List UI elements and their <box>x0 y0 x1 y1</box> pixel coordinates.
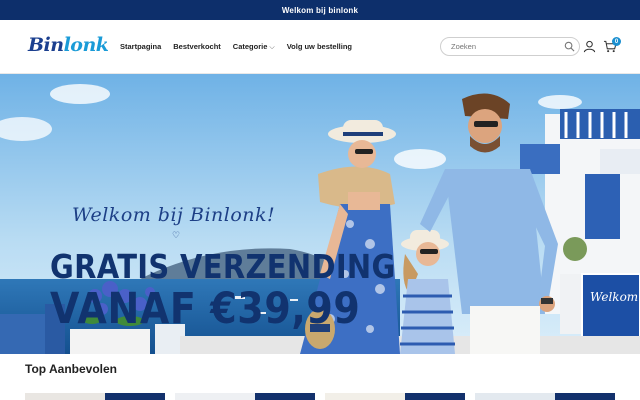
hero-headline-line1: GRATIS VERZENDING <box>50 248 396 287</box>
hero-script-title: Welkom bij Binlonk! <box>72 204 276 226</box>
product-card-3[interactable] <box>325 393 465 400</box>
welkom-sign: Welkom <box>590 290 639 304</box>
product-tag <box>405 393 465 400</box>
nav-item-categorie-label: Categorie <box>232 42 268 51</box>
user-icon[interactable] <box>583 40 596 53</box>
product-tag <box>105 393 165 400</box>
chevron-down-icon: ⌵ <box>269 44 275 51</box>
search-input[interactable] <box>440 37 580 56</box>
product-card-4[interactable] <box>475 393 615 400</box>
hero-banner[interactable]: Welkom bij Binlonk! ♡ GRATIS VERZENDING … <box>0 74 640 354</box>
logo-part-b: lonk <box>63 34 109 56</box>
main-nav: Startpagina Bestverkocht Categorie ⌵ Volg… <box>120 42 352 52</box>
search-icon[interactable] <box>564 41 575 52</box>
hero-headline-line2: VANAF €39,99 <box>50 284 361 334</box>
heart-icon: ♡ <box>172 230 181 240</box>
nav-item-bestverkocht[interactable]: Bestverkocht <box>173 42 221 52</box>
product-card-1[interactable] <box>25 393 165 400</box>
logo[interactable]: Binlonk <box>28 34 109 56</box>
nav-item-categorie[interactable]: Categorie ⌵ <box>233 42 275 52</box>
announcement-bar: Welkom bij binlonk <box>0 0 640 20</box>
nav-item-startpagina[interactable]: Startpagina <box>120 42 161 52</box>
site-header: Binlonk Startpagina Bestverkocht Categor… <box>0 20 640 74</box>
section-title: Top Aanbevolen <box>25 362 118 376</box>
cart-count-badge: 0 <box>612 37 621 46</box>
product-tag <box>555 393 615 400</box>
announcement-text: Welkom bij binlonk <box>281 5 359 15</box>
logo-part-a: Bin <box>28 34 64 56</box>
nav-item-track-order[interactable]: Volg uw bestelling <box>287 42 352 52</box>
product-tag <box>255 393 315 400</box>
product-card-2[interactable] <box>175 393 315 400</box>
